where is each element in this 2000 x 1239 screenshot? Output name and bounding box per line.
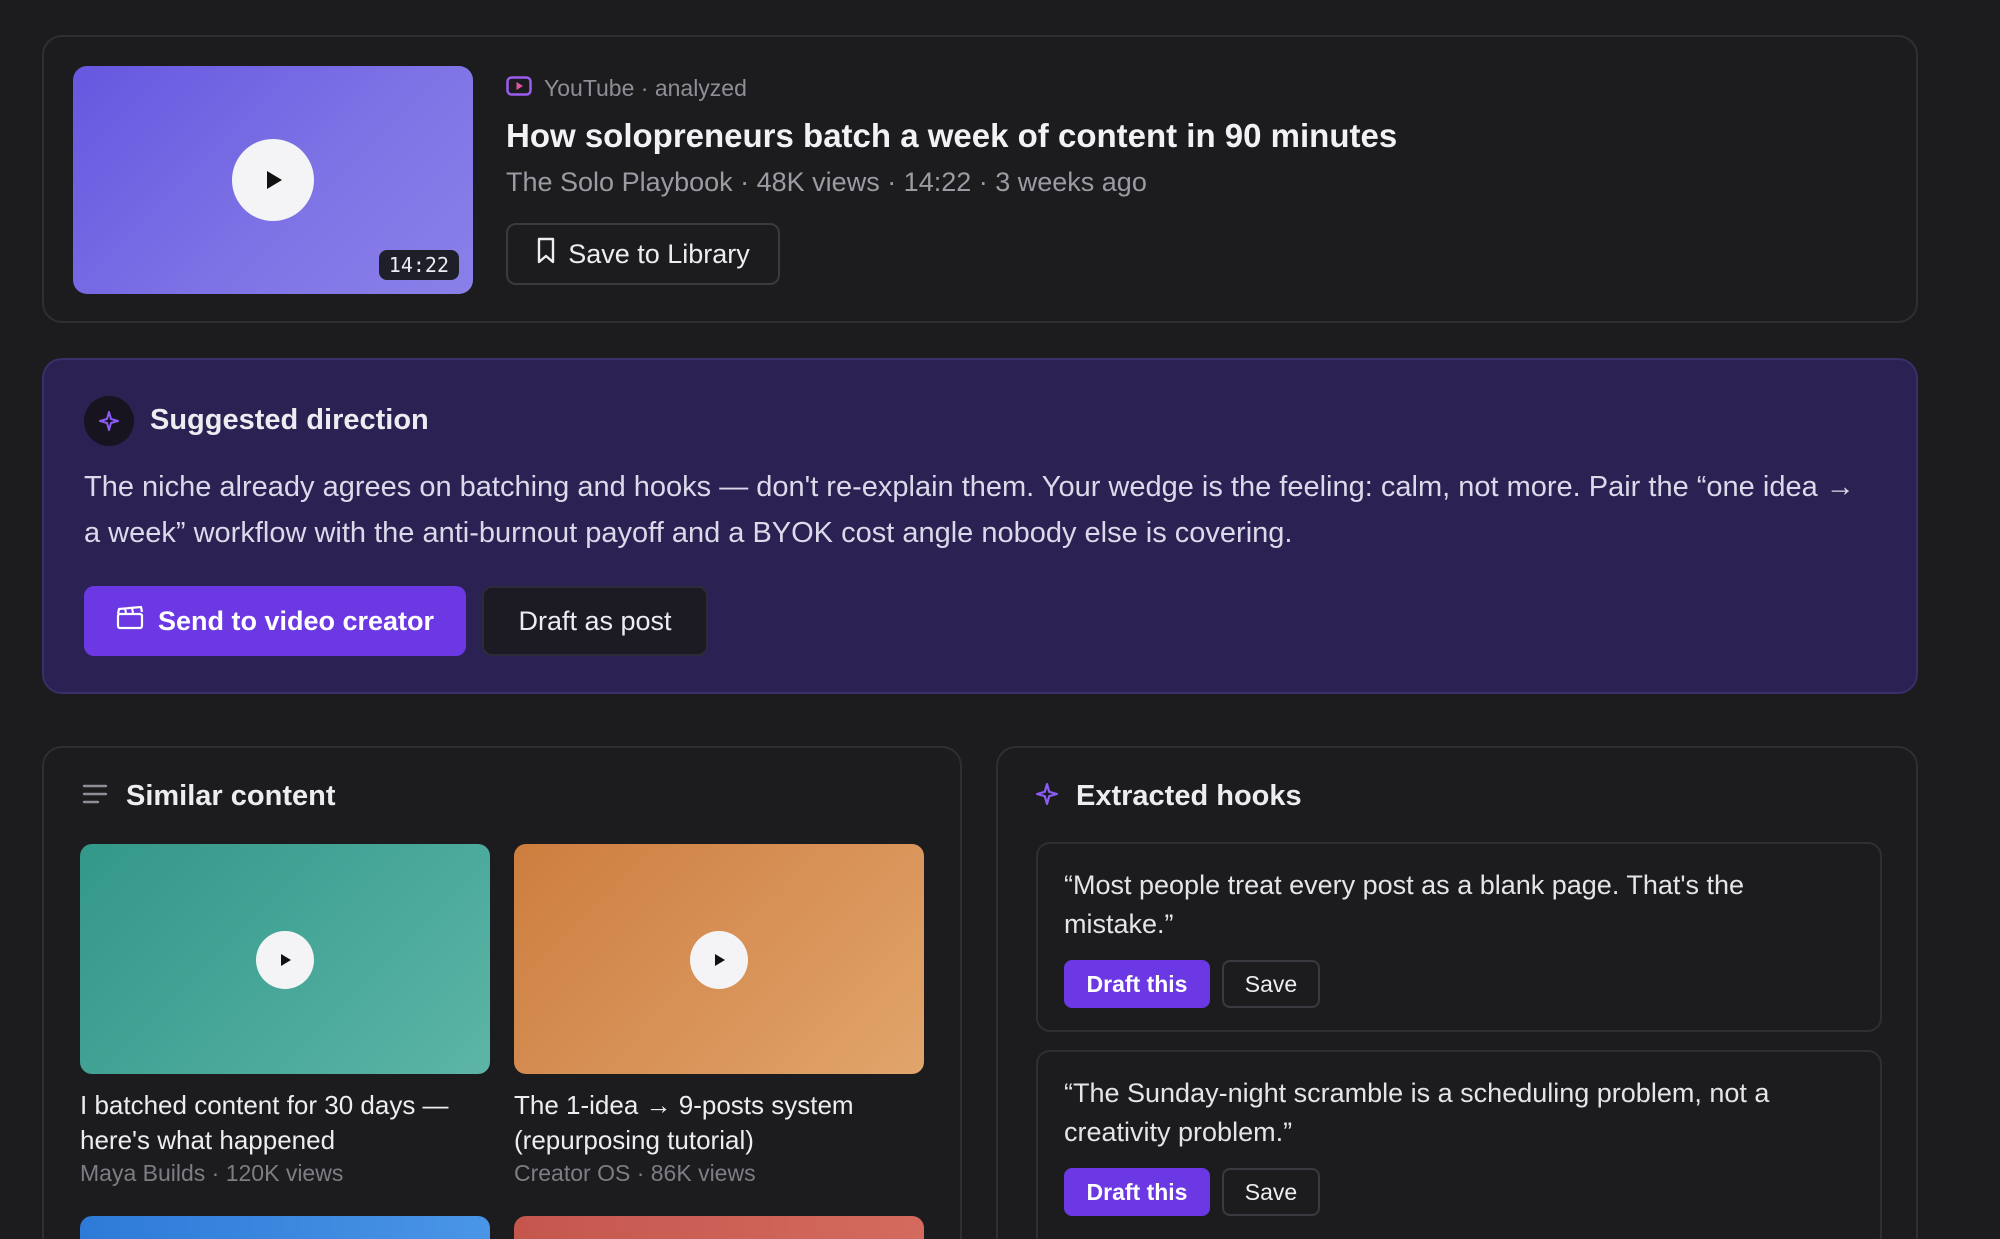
play-icon[interactable] bbox=[256, 931, 314, 989]
similar-thumbnail[interactable] bbox=[514, 844, 924, 1074]
send-to-video-creator-button[interactable]: Send to video creator bbox=[84, 586, 466, 656]
hook-text: “Most people treat every post as a blank… bbox=[1064, 870, 1745, 939]
save-hook-button[interactable]: Save bbox=[1222, 960, 1320, 1008]
source-label: YouTube · analyzed bbox=[544, 75, 747, 101]
save-to-library-label: Save to Library bbox=[568, 238, 750, 269]
video-meta: The Solo Playbook · 48K views · 14:22 · … bbox=[506, 167, 1147, 197]
extracted-hooks-card: Extracted hooks “Most people treat every… bbox=[996, 746, 1918, 1239]
youtube-icon bbox=[506, 75, 532, 102]
draft-this-button[interactable]: Draft this bbox=[1064, 960, 1210, 1008]
similar-item[interactable]: The 1-idea → 9-posts system (repurposing… bbox=[514, 844, 924, 1187]
similar-thumbnail-partial[interactable] bbox=[80, 1216, 490, 1239]
similar-thumbnail[interactable] bbox=[80, 844, 490, 1074]
extracted-hooks-header: Extracted hooks bbox=[1036, 780, 1302, 813]
similar-item-title: The 1-idea → 9-posts system (repurposing… bbox=[514, 1090, 854, 1155]
similar-content-title: Similar content bbox=[126, 780, 336, 812]
play-icon[interactable] bbox=[690, 931, 748, 989]
sparkle-icon bbox=[84, 396, 134, 446]
draft-as-post-button[interactable]: Draft as post bbox=[482, 586, 708, 656]
source-label-row: YouTube · analyzed bbox=[506, 75, 747, 102]
hook-item: “Most people treat every post as a blank… bbox=[1036, 842, 1882, 1032]
video-title: How solopreneurs batch a week of content… bbox=[506, 117, 1398, 154]
clapperboard-icon bbox=[116, 605, 144, 637]
similar-item-meta: Creator OS · 86K views bbox=[514, 1160, 756, 1186]
video-thumbnail[interactable]: 14:22 bbox=[73, 66, 473, 294]
hook-item: “The Sunday-night scramble is a scheduli… bbox=[1036, 1050, 1882, 1239]
save-to-library-button[interactable]: Save to Library bbox=[506, 223, 780, 285]
list-icon bbox=[82, 780, 108, 813]
sparkle-icon bbox=[1036, 780, 1058, 813]
hook-text: “The Sunday-night scramble is a scheduli… bbox=[1064, 1078, 1770, 1147]
suggested-direction-panel: Suggested direction The niche already ag… bbox=[42, 358, 1918, 694]
similar-item[interactable]: I batched content for 30 days — here's w… bbox=[80, 844, 490, 1187]
similar-item-title: I batched content for 30 days — here's w… bbox=[80, 1090, 449, 1155]
video-card: 14:22 YouTube · analyzed How solopreneur… bbox=[42, 35, 1918, 323]
bookmark-icon bbox=[536, 237, 556, 272]
similar-content-card: Similar content I batched content for 30… bbox=[42, 746, 962, 1239]
direction-text: The niche already agrees on batching and… bbox=[84, 471, 1855, 549]
draft-this-button[interactable]: Draft this bbox=[1064, 1168, 1210, 1216]
similar-item-meta: Maya Builds · 120K views bbox=[80, 1160, 344, 1186]
save-hook-button[interactable]: Save bbox=[1222, 1168, 1320, 1216]
play-icon[interactable] bbox=[232, 139, 314, 221]
duration-badge: 14:22 bbox=[378, 250, 459, 280]
extracted-hooks-title: Extracted hooks bbox=[1076, 780, 1302, 812]
similar-thumbnail-partial[interactable] bbox=[514, 1216, 924, 1239]
similar-content-header: Similar content bbox=[82, 780, 336, 813]
send-to-video-creator-label: Send to video creator bbox=[157, 605, 435, 636]
direction-title: Suggested direction bbox=[150, 404, 429, 436]
